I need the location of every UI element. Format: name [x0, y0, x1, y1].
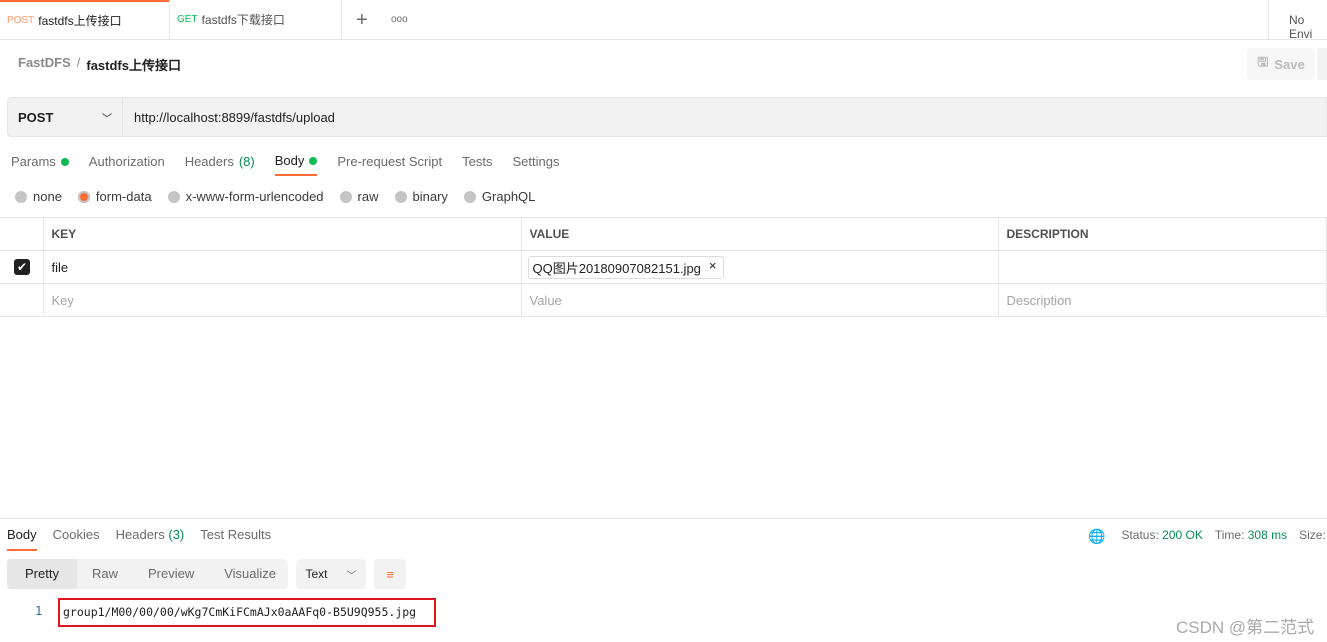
save-label: Save	[1274, 56, 1305, 72]
close-icon[interactable]: ×	[709, 258, 717, 277]
response-status: 🌐 Status: 200 OK Time: 308 ms Size: 1	[1088, 528, 1326, 545]
plus-icon[interactable]: +	[356, 9, 368, 32]
tab-params[interactable]: Params	[11, 153, 69, 176]
method-label: POST	[7, 14, 35, 26]
description-input[interactable]: Description	[997, 283, 1327, 317]
tab-pre-request-script[interactable]: Pre-request Script	[337, 153, 442, 176]
save-button[interactable]: 🖫 Save	[1247, 48, 1315, 80]
key-cell[interactable]: file	[42, 250, 522, 284]
tab-settings[interactable]: Settings	[512, 153, 559, 176]
table-row: ✔ file QQ图片20180907082151.jpg ×	[0, 250, 1327, 284]
request-tabs: Params Authorization Headers (8) Body Pre…	[11, 153, 579, 176]
tab-tests[interactable]: Tests	[462, 153, 492, 176]
body-type-radios: none form-data x-www-form-urlencoded raw…	[15, 189, 535, 204]
globe-icon[interactable]: 🌐	[1088, 528, 1105, 545]
more-icon[interactable]: ooo	[391, 14, 408, 25]
status-dot	[309, 156, 318, 165]
file-chip[interactable]: QQ图片20180907082151.jpg ×	[527, 255, 724, 279]
radio-form-data[interactable]: form-data	[77, 189, 152, 204]
chevron-down-icon: ﹀	[102, 113, 112, 125]
column-description: DESCRIPTION	[997, 217, 1327, 251]
response-divider	[0, 518, 1327, 519]
view-mode-segment: Pretty Raw Preview Visualize	[7, 559, 288, 589]
radio-raw[interactable]: raw	[339, 189, 379, 204]
method-value: POST	[18, 109, 54, 125]
column-value: VALUE	[520, 217, 999, 251]
tab-download[interactable]: GET fastdfs下载接口	[170, 0, 342, 40]
radio-urlencoded[interactable]: x-www-form-urlencoded	[167, 189, 324, 204]
method-label: GET	[177, 14, 198, 25]
url-bar: POST ﹀ http://localhost:8899/fastdfs/uplo…	[7, 97, 1327, 137]
view-visualize[interactable]: Visualize	[209, 559, 291, 589]
line-number: 1	[35, 604, 43, 618]
response-tabs: Body Cookies Headers (3) Test Results	[7, 527, 271, 551]
radio-binary[interactable]: binary	[394, 189, 448, 204]
tab-authorization[interactable]: Authorization	[89, 153, 165, 176]
tab-body[interactable]: Body	[274, 153, 318, 176]
response-tab-cookies[interactable]: Cookies	[53, 527, 100, 551]
column-key: KEY	[42, 217, 522, 251]
row-checkbox[interactable]: ✔	[14, 259, 30, 275]
status-code: 200 OK	[1162, 528, 1203, 542]
breadcrumb: FastDFS / fastdfs上传接口	[18, 55, 181, 74]
chevron-down-icon: ﹀	[346, 570, 357, 582]
view-pretty[interactable]: Pretty	[7, 559, 77, 589]
save-dropdown[interactable]	[1317, 48, 1327, 80]
response-time: 308 ms	[1247, 528, 1288, 542]
method-select[interactable]: POST ﹀	[8, 98, 123, 136]
save-icon: 🖫	[1257, 54, 1269, 69]
tab-upload[interactable]: POST fastdfs上传接口	[0, 0, 170, 40]
format-value: Text	[305, 567, 328, 581]
response-tab-test-results[interactable]: Test Results	[200, 527, 271, 551]
form-data-table: KEY VALUE DESCRIPTION ✔ file QQ图片2018090…	[0, 217, 1327, 317]
description-cell[interactable]	[997, 250, 1327, 284]
tab-title: fastdfs上传接口	[38, 13, 122, 28]
breadcrumb-collection[interactable]: FastDFS	[18, 55, 71, 74]
view-raw[interactable]: Raw	[77, 559, 133, 589]
breadcrumb-separator: /	[76, 55, 81, 70]
value-input[interactable]: Value	[520, 283, 999, 317]
status-dot	[60, 157, 69, 166]
request-tab-bar: POST fastdfs上传接口 GET fastdfs下载接口 + ooo No …	[0, 0, 1327, 41]
watermark: CSDN @第二范式	[1176, 618, 1315, 637]
view-preview[interactable]: Preview	[133, 559, 209, 589]
tab-headers[interactable]: Headers (8)	[185, 153, 255, 176]
tab-title: fastdfs下载接口	[201, 13, 285, 27]
format-select[interactable]: Text ﹀	[296, 559, 366, 589]
response-tab-headers[interactable]: Headers (3)	[116, 527, 185, 551]
table-row: Key Value Description	[0, 283, 1327, 317]
table-header: KEY VALUE DESCRIPTION	[0, 217, 1327, 251]
key-input[interactable]: Key	[42, 283, 522, 317]
page-title: fastdfs上传接口	[86, 58, 181, 73]
response-tab-body[interactable]: Body	[7, 527, 37, 551]
radio-none[interactable]: none	[15, 189, 62, 204]
response-body: group1/M00/00/00/wKg7CmKiFCmAJx0aAAFq0-B…	[58, 598, 436, 627]
radio-graphql[interactable]: GraphQL	[463, 189, 535, 204]
url-input[interactable]: http://localhost:8899/fastdfs/upload	[123, 110, 335, 125]
environment-select[interactable]: No Envi	[1289, 13, 1327, 41]
file-name: QQ图片20180907082151.jpg	[532, 260, 701, 276]
wrap-lines-icon[interactable]: ≡	[374, 559, 406, 589]
